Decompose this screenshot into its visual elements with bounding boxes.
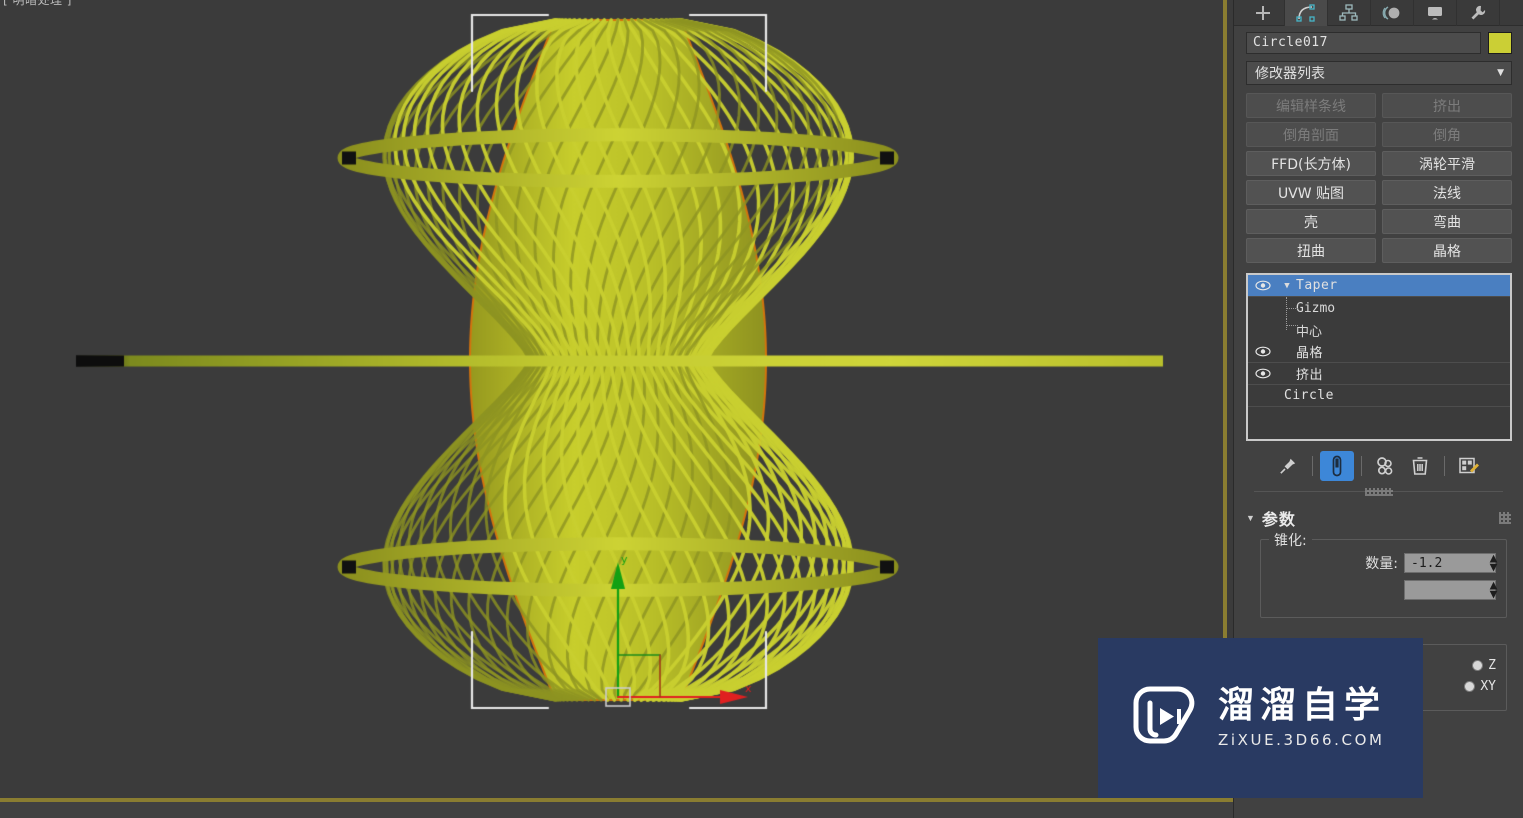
modifier-button-turbosmooth[interactable]: 涡轮平滑: [1382, 151, 1512, 176]
stack-item-label: Taper: [1296, 278, 1338, 293]
motion-icon: [1382, 5, 1400, 20]
make-unique-icon[interactable]: [1369, 451, 1403, 481]
modifier-button-ffd-box[interactable]: FFD(长方体): [1246, 151, 1376, 176]
watermark-brand-url: ZiXUE.3D66.COM: [1218, 730, 1385, 749]
modify-tab[interactable]: [1285, 0, 1328, 26]
modifier-button-bevel-profile[interactable]: 倒角剖面: [1246, 122, 1376, 147]
curve-spinner[interactable]: ▲ ▼: [1404, 579, 1498, 601]
object-name-row: Circle017: [1234, 26, 1523, 58]
watermark-overlay: 溜溜自学 ZiXUE.3D66.COM: [1098, 638, 1423, 798]
modifier-list-label: 修改器列表: [1255, 66, 1325, 82]
modifier-button-lattice[interactable]: 晶格: [1382, 238, 1512, 263]
hierarchy-tab[interactable]: [1328, 0, 1371, 26]
remove-modifier-icon[interactable]: [1403, 451, 1437, 481]
stack-subitem-label: Gizmo: [1296, 300, 1336, 316]
taper-group: 锥化: 数量: -1.2 ▲ ▼ ▲ ▼: [1260, 530, 1507, 618]
expand-arrow-icon[interactable]: ▼: [1278, 281, 1296, 291]
stack-subitem-gizmo[interactable]: Gizmo: [1248, 297, 1510, 319]
modifier-button-shell[interactable]: 壳: [1246, 209, 1376, 234]
modifier-stack[interactable]: ▼ Taper Gizmo 中心 晶格 挤出 Circle: [1246, 273, 1512, 441]
object-color-swatch[interactable]: [1488, 32, 1512, 54]
display-tab[interactable]: [1414, 0, 1457, 26]
stack-item-label: Circle: [1284, 388, 1334, 403]
visibility-eye-icon[interactable]: [1248, 368, 1278, 379]
taper-group-title: 锥化:: [1269, 530, 1312, 550]
curve-row: ▲ ▼: [1271, 579, 1498, 601]
hierarchy-icon: [1339, 3, 1358, 21]
command-panel-tabs: [1234, 0, 1523, 26]
toolbar-separator: [1312, 456, 1313, 476]
watermark-text-block: 溜溜自学 ZiXUE.3D66.COM: [1218, 684, 1387, 749]
viewport-3d-canvas[interactable]: [0, 0, 1233, 800]
amount-row: 数量: -1.2 ▲ ▼: [1271, 552, 1498, 574]
create-tab[interactable]: [1242, 0, 1285, 26]
watermark-brand-cn: 溜溜自学: [1218, 684, 1387, 726]
modifier-button-edit-spline[interactable]: 编辑样条线: [1246, 93, 1376, 118]
spinner-arrows-icon[interactable]: ▲ ▼: [1482, 552, 1498, 574]
toolbar-separator: [1444, 456, 1445, 476]
wrench-icon: [1471, 5, 1486, 19]
stack-item-extrude[interactable]: 挤出: [1248, 363, 1510, 385]
modifier-button-bevel[interactable]: 倒角: [1382, 122, 1512, 147]
amount-label: 数量:: [1365, 556, 1398, 572]
chevron-down-icon: ▼: [1497, 68, 1504, 78]
stack-item-lattice[interactable]: 晶格: [1248, 341, 1510, 363]
modifier-button-twist[interactable]: 扭曲: [1246, 238, 1376, 263]
rollout-title: 参数: [1261, 510, 1296, 529]
utilities-tab[interactable]: [1457, 0, 1500, 26]
modifier-button-uvw-map[interactable]: UVW 贴图: [1246, 180, 1376, 205]
axis-xy-label: XY: [1480, 679, 1496, 694]
amount-spinner[interactable]: -1.2 ▲ ▼: [1404, 552, 1498, 574]
plus-icon: [1256, 5, 1270, 20]
tree-line: [1286, 319, 1298, 330]
stack-item-circle[interactable]: Circle: [1248, 385, 1510, 407]
visibility-eye-icon[interactable]: [1248, 280, 1278, 291]
modifier-button-grid: 编辑样条线 挤出 倒角剖面 倒角 FFD(长方体) 涡轮平滑 UVW 贴图 法线…: [1234, 91, 1523, 263]
viewport-perspective[interactable]: [ 明暗处理 ]: [0, 0, 1233, 818]
stack-item-label: 挤出: [1296, 368, 1324, 383]
toolbar-separator: [1361, 456, 1362, 476]
tree-line: [1286, 297, 1298, 319]
display-icon: [1428, 6, 1442, 19]
modifier-button-extrude[interactable]: 挤出: [1382, 93, 1512, 118]
amount-value: -1.2: [1411, 555, 1443, 571]
panel-resize-grip[interactable]: [1254, 491, 1503, 499]
axis-z-label: Z: [1488, 658, 1496, 673]
triangle-down-icon: ▼: [1246, 513, 1255, 523]
visibility-eye-icon[interactable]: [1248, 346, 1278, 357]
radio-axis-z[interactable]: [1472, 660, 1484, 671]
stack-item-taper[interactable]: ▼ Taper: [1248, 275, 1510, 297]
modifier-list-dropdown[interactable]: 修改器列表 ▼: [1246, 61, 1512, 85]
modifier-list-row: 修改器列表 ▼: [1234, 58, 1523, 91]
modifier-button-normal[interactable]: 法线: [1382, 180, 1512, 205]
object-name-field[interactable]: Circle017: [1246, 32, 1481, 54]
spinner-arrows-icon[interactable]: ▲ ▼: [1482, 579, 1498, 601]
viewport-label[interactable]: [ 明暗处理 ]: [3, 0, 72, 8]
rollout-grip-icon: [1499, 512, 1511, 524]
viewport-bottom-strip: [0, 802, 1233, 818]
modifier-stack-toolbar: [1234, 441, 1523, 481]
stack-subitem-label: 中心: [1296, 324, 1323, 340]
modifier-button-bend[interactable]: 弯曲: [1382, 209, 1512, 234]
radio-axis-xy[interactable]: [1464, 681, 1476, 692]
configure-sets-icon[interactable]: [1452, 451, 1486, 481]
pin-stack-icon[interactable]: [1271, 451, 1305, 481]
stack-subitem-center[interactable]: 中心: [1248, 319, 1510, 341]
bend-icon: [1296, 3, 1315, 22]
stack-item-label: 晶格: [1296, 346, 1324, 361]
show-end-result-icon[interactable]: [1320, 451, 1354, 481]
play-logo-icon: [1133, 686, 1195, 744]
motion-tab[interactable]: [1371, 0, 1414, 26]
